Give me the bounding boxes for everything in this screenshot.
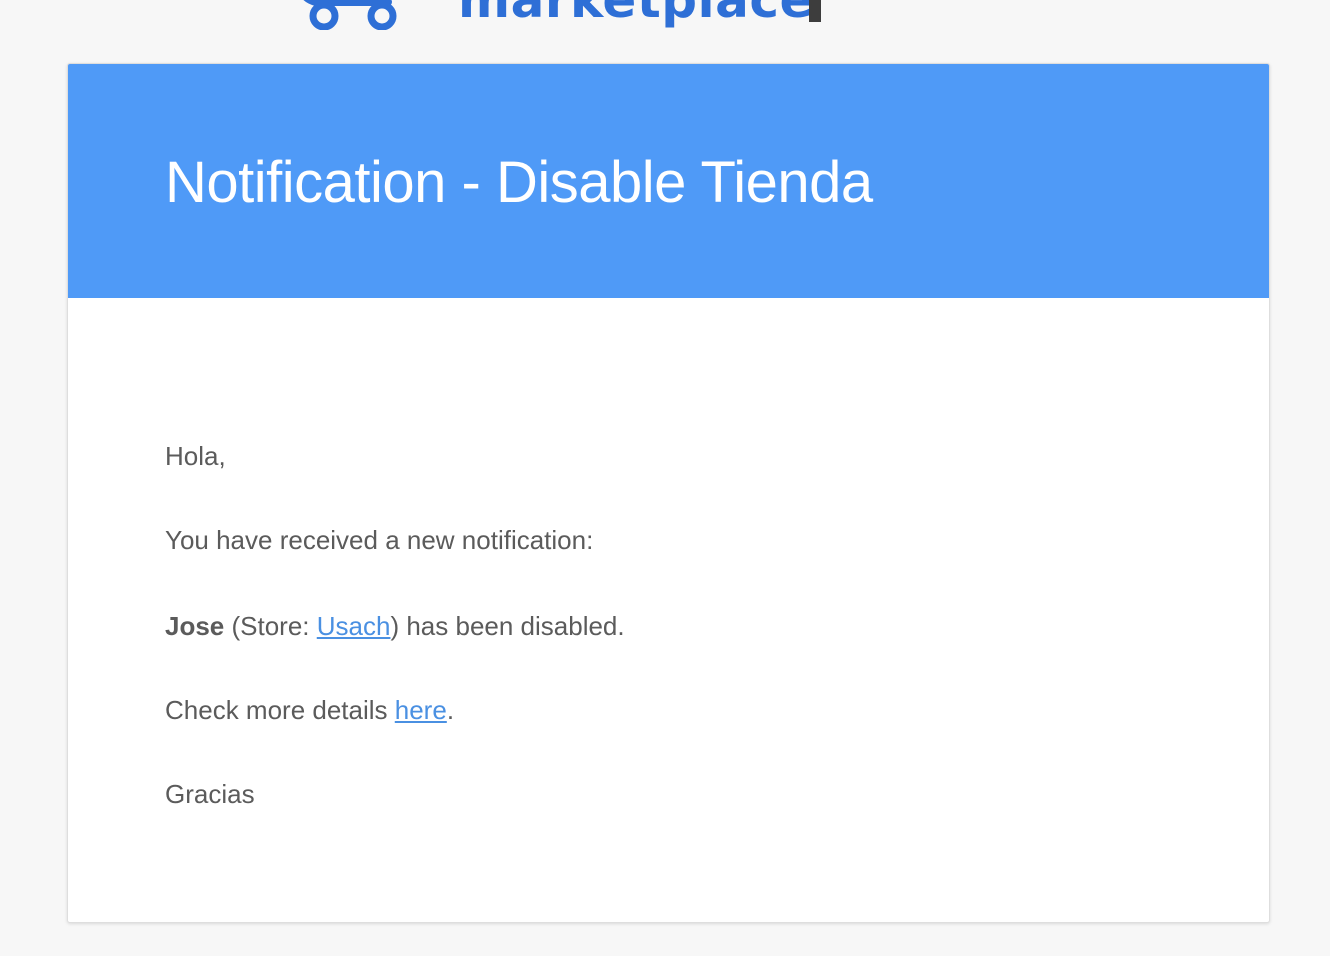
intro-text: You have received a new notification: <box>165 525 594 555</box>
logo-divider <box>809 0 821 22</box>
closing-text: Gracias <box>165 779 255 809</box>
store-suffix-text: ) has been disabled. <box>390 611 625 641</box>
user-name: Jose <box>165 611 225 641</box>
details-link[interactable]: here <box>395 695 447 725</box>
notification-message: Jose (Store: Usach) has been disabled. <box>165 610 625 642</box>
greeting-text: Hola, <box>165 441 226 471</box>
cart-wheels-icon <box>303 0 397 30</box>
logo-text: marketplace <box>458 0 814 29</box>
logo-strip: marketplace <box>0 0 1330 40</box>
details-message: Check more details here. <box>165 694 454 726</box>
details-suffix-text: . <box>446 695 455 725</box>
email-card: Notification - Disable Tienda Hola, You … <box>67 63 1270 923</box>
email-title: Notification - Disable Tienda <box>165 150 873 215</box>
email-header: Notification - Disable Tienda <box>68 64 1269 298</box>
store-prefix-text: (Store: <box>224 611 317 641</box>
details-prefix-text: Check more details <box>165 695 395 725</box>
store-link[interactable]: Usach <box>317 611 391 641</box>
